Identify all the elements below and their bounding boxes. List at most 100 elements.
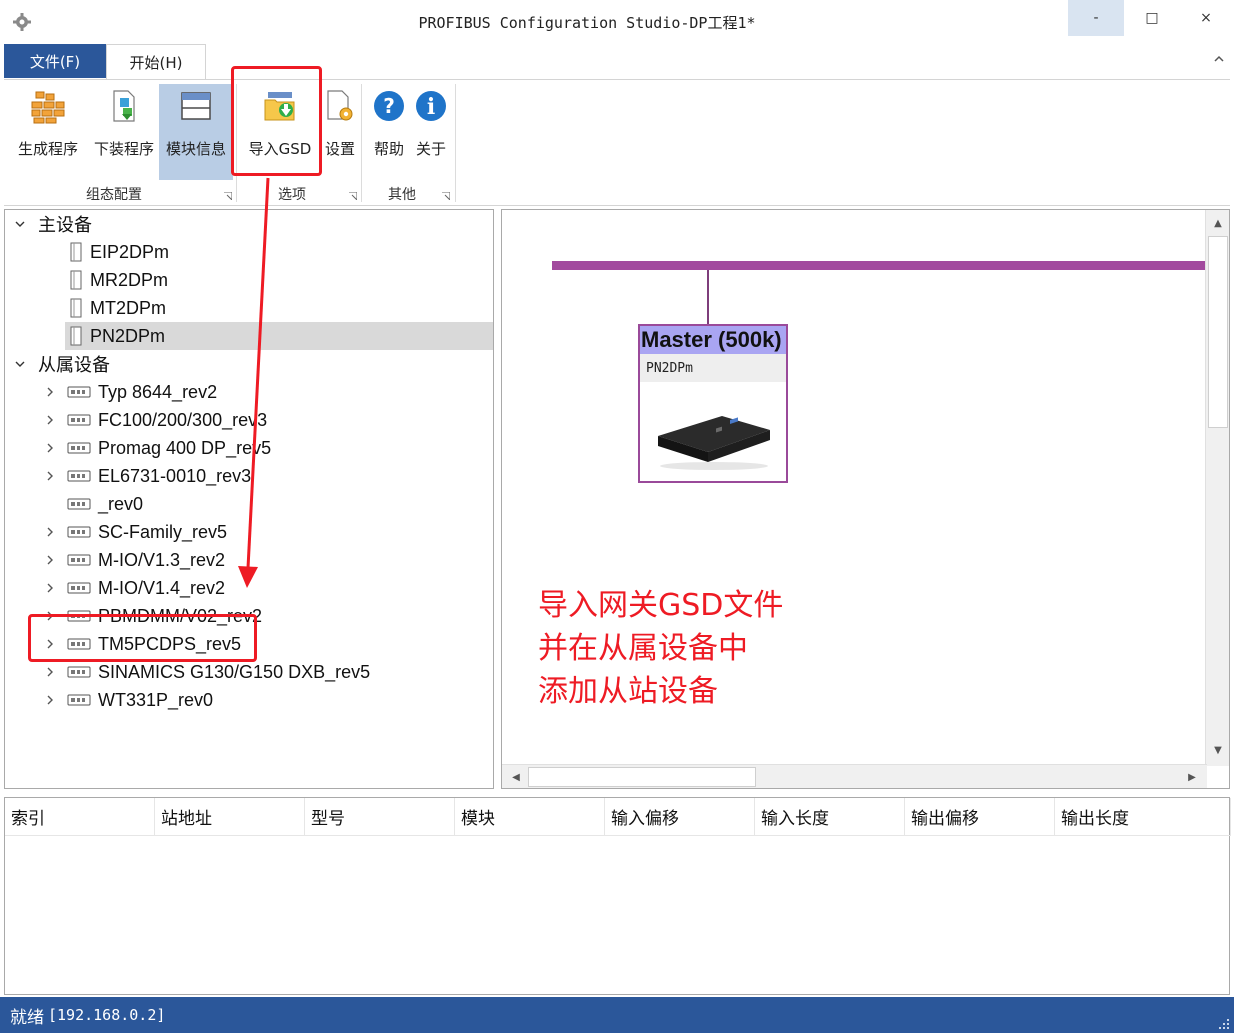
dialog-launcher-icon[interactable] xyxy=(224,192,232,200)
title-bar: PROFIBUS Configuration Studio-DP工程1* - □… xyxy=(0,0,1234,42)
tree-node-master[interactable]: EIP2DPm xyxy=(5,238,493,266)
generate-program-label: 生成程序 xyxy=(17,140,78,158)
master-device-icon xyxy=(70,298,82,318)
column-header[interactable]: 模块 xyxy=(455,798,605,836)
group-label-config: 组态配置 xyxy=(86,187,142,203)
chevron-right-icon[interactable] xyxy=(43,413,57,427)
close-button[interactable]: × xyxy=(1178,0,1234,36)
scroll-right-icon[interactable]: ▶ xyxy=(1182,767,1202,787)
tree-node-master[interactable]: MT2DPm xyxy=(5,294,493,322)
tree-label: _rev0 xyxy=(98,493,144,514)
tree-node-slave[interactable]: Promag 400 DP_rev5 xyxy=(5,434,493,462)
module-table[interactable]: 索引 站地址 型号 模块 输入偏移 输入长度 输出偏移 输出长度 xyxy=(4,797,1231,995)
help-button[interactable]: ? 帮助 xyxy=(368,84,410,180)
tree-node-master-root[interactable]: 主设备 xyxy=(5,210,493,238)
chevron-down-icon[interactable] xyxy=(13,217,27,231)
slave-device-icon xyxy=(67,442,91,454)
chevron-down-icon[interactable] xyxy=(13,357,27,371)
tree-label: 主设备 xyxy=(38,215,92,235)
tree-node-slave-root[interactable]: 从属设备 xyxy=(5,350,493,378)
annotation-line: 添加从站设备 xyxy=(538,674,718,709)
tree-label: MR2DPm xyxy=(90,269,169,290)
tree-label: SINAMICS G130/G150 DXB_rev5 xyxy=(98,661,371,682)
chevron-right-icon[interactable] xyxy=(43,553,57,567)
column-header[interactable]: 站地址 xyxy=(155,798,305,836)
highlight-import-gsd xyxy=(231,66,322,176)
tree-node-slave[interactable]: M-IO/V1.4_rev2 xyxy=(5,574,493,602)
vertical-scrollbar[interactable]: ▲ ▼ xyxy=(1205,210,1229,766)
svg-text:?: ? xyxy=(383,94,395,118)
dialog-launcher-icon[interactable] xyxy=(349,192,357,200)
chevron-right-icon[interactable] xyxy=(43,469,57,483)
slave-device-icon xyxy=(67,526,91,538)
tree-label: Typ 8644_rev2 xyxy=(98,381,218,402)
bus-connector xyxy=(707,270,709,324)
tree-node-slave[interactable]: Typ 8644_rev2 xyxy=(5,378,493,406)
tree-node-master-selected[interactable]: PN2DPm xyxy=(65,322,493,350)
chevron-right-icon[interactable] xyxy=(43,665,57,679)
table-header: 索引 站地址 型号 模块 输入偏移 输入长度 输出偏移 输出长度 xyxy=(5,798,1231,836)
module-info-button[interactable]: 模块信息 xyxy=(159,84,233,180)
minimize-button[interactable]: - xyxy=(1068,0,1124,36)
column-header[interactable]: 输入偏移 xyxy=(605,798,755,836)
chevron-right-icon[interactable] xyxy=(43,385,57,399)
annotation-line: 导入网关GSD文件 xyxy=(538,588,784,623)
status-bar: 就绪 [192.168.0.2] xyxy=(0,997,1234,1033)
download-doc-icon xyxy=(113,90,135,122)
tree-node-slave[interactable]: M-IO/V1.3_rev2 xyxy=(5,546,493,574)
chevron-up-icon[interactable] xyxy=(1212,52,1226,66)
help-label: 帮助 xyxy=(373,140,404,158)
settings-label: 设置 xyxy=(324,140,355,158)
tree-node-master[interactable]: MR2DPm xyxy=(5,266,493,294)
chevron-right-icon[interactable] xyxy=(43,441,57,455)
master-device-icon xyxy=(70,270,82,290)
column-header[interactable]: 索引 xyxy=(5,798,155,836)
status-text: 就绪 xyxy=(10,1007,44,1028)
column-header[interactable]: 输入长度 xyxy=(755,798,905,836)
module-info-label: 模块信息 xyxy=(165,140,226,158)
tree-label: EL6731-0010_rev3 xyxy=(98,465,252,486)
column-header[interactable]: 输出偏移 xyxy=(905,798,1055,836)
scroll-left-icon[interactable]: ◀ xyxy=(506,767,526,787)
annotation-text: 导入网关GSD文件 并在从属设备中 添加从站设备 xyxy=(538,584,783,713)
dialog-launcher-icon[interactable] xyxy=(442,192,450,200)
scroll-thumb[interactable] xyxy=(1208,236,1228,428)
slave-device-icon xyxy=(67,554,91,566)
generate-program-button[interactable]: 生成程序 xyxy=(12,84,84,180)
tree-label: M-IO/V1.3_rev2 xyxy=(98,549,226,570)
scroll-up-icon[interactable]: ▲ xyxy=(1208,213,1228,233)
download-program-button[interactable]: 下装程序 xyxy=(88,84,160,180)
column-header[interactable]: 输出长度 xyxy=(1055,798,1231,836)
master-node[interactable]: Master (500k) PN2DPm xyxy=(638,324,788,483)
tree-label: 从属设备 xyxy=(38,355,110,375)
tree-label: Promag 400 DP_rev5 xyxy=(98,437,272,458)
scroll-thumb[interactable] xyxy=(528,767,756,787)
settings-button[interactable]: 设置 xyxy=(319,84,361,180)
chevron-right-icon[interactable] xyxy=(43,581,57,595)
slave-device-icon xyxy=(67,470,91,482)
tab-home[interactable]: 开始(H) xyxy=(106,44,206,80)
about-button[interactable]: i 关于 xyxy=(410,84,452,180)
column-header[interactable]: 型号 xyxy=(305,798,455,836)
horizontal-scrollbar[interactable]: ◀ ▶ xyxy=(502,764,1207,788)
device-tree[interactable]: 主设备 EIP2DPm MR2DPm MT2DPm PN2DPm 从属设备 Ty… xyxy=(4,209,494,789)
tree-node-slave[interactable]: WT331P_rev0 xyxy=(5,686,493,714)
maximize-button[interactable]: □ xyxy=(1124,0,1180,36)
chevron-right-icon[interactable] xyxy=(43,525,57,539)
tree-label: WT331P_rev0 xyxy=(98,689,214,710)
tree-node-slave[interactable]: _rev0 xyxy=(5,490,493,518)
master-device-name: PN2DPm xyxy=(640,354,786,382)
tree-label: MT2DPm xyxy=(90,297,166,318)
highlight-gateway-slave xyxy=(28,614,257,662)
master-device-icon xyxy=(70,242,82,262)
tree-node-slave[interactable]: SC-Family_rev5 xyxy=(5,518,493,546)
scroll-down-icon[interactable]: ▼ xyxy=(1208,740,1228,760)
tree-node-slave[interactable]: SINAMICS G130/G150 DXB_rev5 xyxy=(5,658,493,686)
resize-grip-icon[interactable] xyxy=(1218,1018,1230,1030)
tree-node-slave[interactable]: EL6731-0010_rev3 xyxy=(5,462,493,490)
about-label: 关于 xyxy=(415,140,446,158)
chevron-right-icon[interactable] xyxy=(43,693,57,707)
tab-file[interactable]: 文件(F) xyxy=(4,44,106,78)
tree-label: PN2DPm xyxy=(90,325,166,346)
tree-node-slave[interactable]: FC100/200/300_rev3 xyxy=(5,406,493,434)
